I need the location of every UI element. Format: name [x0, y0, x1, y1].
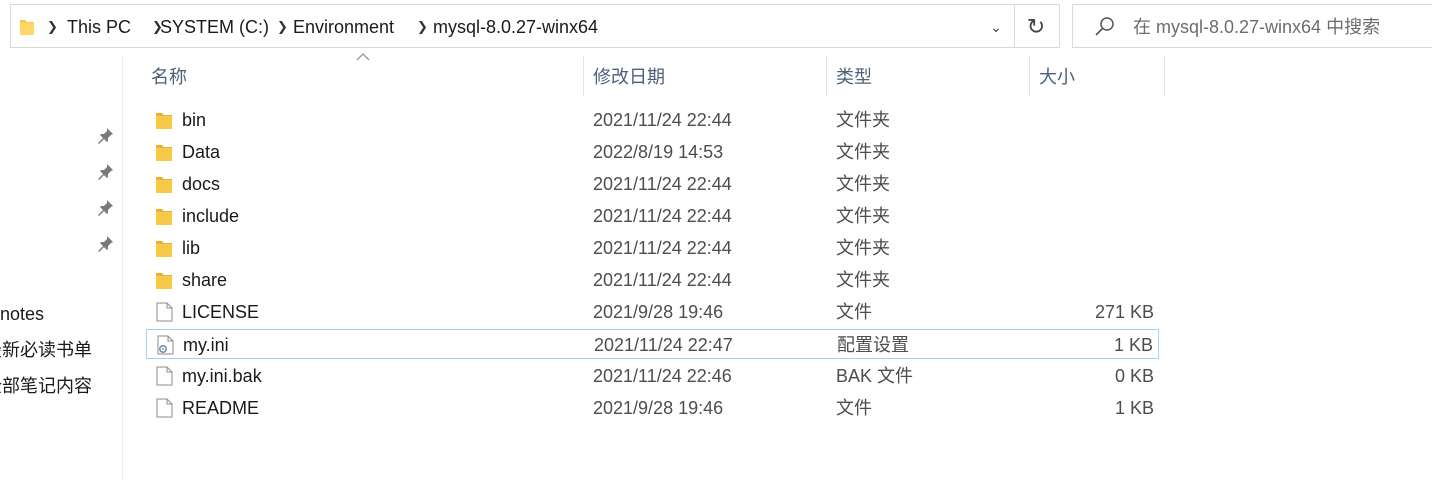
folder-icon — [156, 177, 172, 193]
nav-item-notes[interactable]: notes — [0, 302, 44, 326]
file-modified-date: 2021/11/24 22:44 — [593, 206, 732, 226]
chevron-right-icon[interactable]: ❯ — [417, 15, 428, 39]
breadcrumb-system-drive[interactable]: SYSTEM (C:) — [160, 15, 269, 39]
folder-icon — [156, 241, 172, 257]
search-placeholder: 在 mysql-8.0.27-winx64 中搜索 — [1133, 17, 1381, 37]
nav-pane-divider[interactable] — [122, 55, 123, 480]
file-modified-date: 2021/9/28 19:46 — [593, 398, 724, 418]
address-bar[interactable]: ❯ This PC ❯ SYSTEM (C:) ❯ Environment ❯ … — [10, 4, 1060, 48]
file-name: share — [182, 270, 228, 290]
file-name: lib — [182, 238, 201, 258]
file-type: 文件夹 — [836, 110, 890, 130]
file-size: 1 KB — [1113, 335, 1153, 355]
breadcrumb-environment[interactable]: Environment — [293, 15, 394, 39]
sort-ascending-icon — [356, 53, 370, 61]
file-row[interactable]: my.ini 2021/11/24 22:47 配置设置 1 KB — [146, 329, 1159, 359]
file-type: 文件夹 — [836, 206, 890, 226]
file-row[interactable]: README 2021/9/28 19:46 文件 1 KB — [146, 393, 1159, 423]
file-row[interactable]: docs 2021/11/24 22:44 文件夹 — [146, 169, 1159, 199]
folder-icon — [156, 145, 172, 161]
column-header-date[interactable]: 修改日期 — [593, 64, 665, 90]
file-size: 1 KB — [1114, 398, 1154, 418]
file-name: LICENSE — [182, 302, 260, 322]
folder-icon — [20, 20, 34, 35]
file-modified-date: 2021/11/24 22:44 — [593, 238, 732, 258]
file-size: 0 KB — [1114, 366, 1154, 386]
file-row[interactable]: my.ini.bak 2021/11/24 22:46 BAK 文件 0 KB — [146, 361, 1159, 391]
folder-icon — [156, 273, 172, 289]
file-type: 文件夹 — [836, 238, 890, 258]
column-divider[interactable] — [1029, 56, 1030, 96]
file-name: bin — [182, 110, 207, 130]
file-icon — [156, 398, 173, 418]
chevron-right-icon[interactable]: ❯ — [277, 15, 288, 39]
column-header-type[interactable]: 类型 — [836, 64, 872, 90]
file-modified-date: 2021/11/24 22:44 — [593, 174, 732, 194]
file-row[interactable]: include 2021/11/24 22:44 文件夹 — [146, 201, 1159, 231]
column-header-name[interactable]: 名称 — [151, 64, 187, 90]
file-name: include — [182, 206, 240, 226]
file-modified-date: 2021/11/24 22:44 — [593, 110, 732, 130]
file-modified-date: 2021/9/28 19:46 — [593, 302, 724, 322]
file-row[interactable]: lib 2021/11/24 22:44 文件夹 — [146, 233, 1159, 263]
file-row[interactable]: LICENSE 2021/9/28 19:46 文件 271 KB — [146, 297, 1159, 327]
breadcrumb-mysql-folder[interactable]: mysql-8.0.27-winx64 — [433, 15, 598, 39]
column-divider[interactable] — [826, 56, 827, 96]
refresh-icon[interactable]: ↻ — [1021, 12, 1051, 42]
nav-item-all-notes[interactable]: 全部笔记内容 — [0, 374, 92, 398]
file-type: 文件夹 — [836, 142, 890, 162]
file-icon — [156, 366, 173, 386]
pin-icon[interactable] — [97, 126, 115, 144]
address-divider — [1014, 5, 1015, 47]
file-row[interactable]: Data 2022/8/19 14:53 文件夹 — [146, 137, 1159, 167]
pin-icon[interactable] — [97, 234, 115, 252]
file-name: README — [182, 398, 260, 418]
nav-item-reading-list[interactable]: 最新必读书单 — [0, 338, 92, 362]
config-file-icon — [157, 335, 174, 355]
file-modified-date: 2021/11/24 22:47 — [594, 335, 733, 355]
file-name: my.ini — [183, 335, 229, 355]
file-modified-date: 2022/8/19 14:53 — [593, 142, 724, 162]
chevron-down-icon[interactable]: ⌄ — [981, 15, 1011, 39]
file-name: my.ini.bak — [182, 366, 262, 386]
file-row[interactable]: bin 2021/11/24 22:44 文件夹 — [146, 105, 1159, 135]
search-icon — [1095, 17, 1114, 36]
file-type: 配置设置 — [837, 335, 909, 355]
pin-icon[interactable] — [97, 198, 115, 216]
file-type: 文件 — [836, 302, 872, 322]
file-type: 文件夹 — [836, 174, 890, 194]
column-divider[interactable] — [583, 56, 584, 96]
file-type: 文件夹 — [836, 270, 890, 290]
file-icon — [156, 302, 173, 322]
file-name: docs — [182, 174, 221, 194]
file-row[interactable]: share 2021/11/24 22:44 文件夹 — [146, 265, 1159, 295]
folder-icon — [156, 113, 172, 129]
file-size: 271 KB — [1094, 302, 1154, 322]
search-box[interactable]: 在 mysql-8.0.27-winx64 中搜索 — [1072, 4, 1432, 48]
column-header-size[interactable]: 大小 — [1039, 64, 1075, 90]
chevron-right-icon[interactable]: ❯ — [47, 15, 58, 39]
file-name: Data — [182, 142, 221, 162]
file-type: 文件 — [836, 398, 872, 418]
file-type: BAK 文件 — [836, 366, 914, 386]
file-modified-date: 2021/11/24 22:44 — [593, 270, 732, 290]
breadcrumb-this-pc[interactable]: This PC — [67, 15, 131, 39]
file-modified-date: 2021/11/24 22:46 — [593, 366, 732, 386]
column-divider[interactable] — [1164, 56, 1165, 96]
pin-icon[interactable] — [97, 162, 115, 180]
folder-icon — [156, 209, 172, 225]
